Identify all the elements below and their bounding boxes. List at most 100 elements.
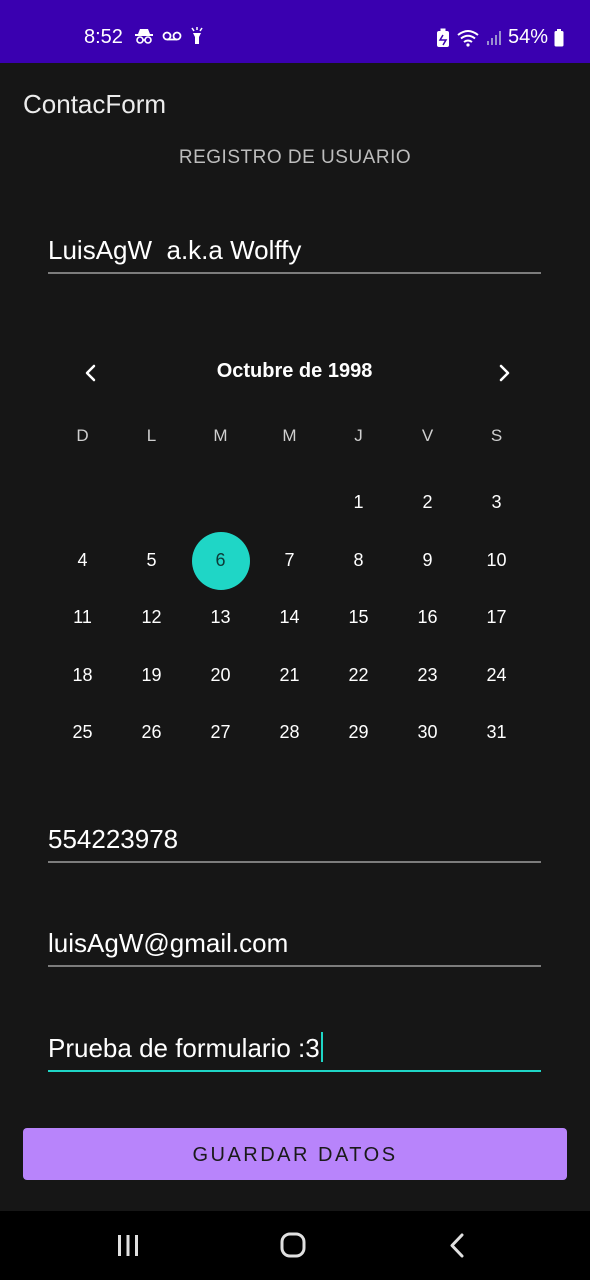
incognito-icon xyxy=(135,29,153,44)
calendar-day-number: 1 xyxy=(353,492,364,512)
text-cursor xyxy=(320,1032,323,1062)
calendar-day-number: 30 xyxy=(417,722,438,742)
calendar-day-11[interactable]: 11 xyxy=(48,589,117,647)
calendar-day-31[interactable]: 31 xyxy=(462,704,531,762)
calendar-day-number: 16 xyxy=(417,607,438,627)
calendar-day-27[interactable]: 27 xyxy=(186,704,255,762)
calendar-weeks: 1 2 3 4 5 6 7 8 9 10 11 12 13 14 15 16 17 18 19 20 21 22 23 24 2… xyxy=(48,474,541,762)
signal-icon xyxy=(486,30,501,45)
calendar-day-19[interactable]: 19 xyxy=(117,647,186,705)
calendar-day-number: 19 xyxy=(141,664,162,685)
calendar-day-2[interactable]: 2 xyxy=(393,474,462,532)
calendar-day-number: 11 xyxy=(73,607,92,627)
calendar-day-7[interactable]: 7 xyxy=(255,532,324,590)
calendar-week-row: 1 2 3 xyxy=(48,474,541,532)
status-time: 8:52 xyxy=(84,26,123,48)
wifi-icon xyxy=(457,29,479,47)
calendar-header: Octubre de 1998 xyxy=(48,358,541,388)
voicemail-icon xyxy=(162,31,182,41)
calendar-day-number: 31 xyxy=(486,722,507,742)
calendar-day-14[interactable]: 14 xyxy=(255,589,324,647)
recents-icon[interactable] xyxy=(108,1231,148,1261)
calendar-day-20[interactable]: 20 xyxy=(186,647,255,705)
calendar-day-number: 29 xyxy=(348,722,369,742)
calendar-grid: D L M M J V S 1 2 3 4 5 6 7 8 9 10 11 12 13 14 15 16 17 1… xyxy=(48,418,541,762)
calendar-day-1[interactable]: 1 xyxy=(324,474,393,532)
calendar-day-number: 27 xyxy=(210,722,231,742)
phone-field-value: 554223978 xyxy=(48,824,179,854)
calendar-day-6[interactable]: 6 xyxy=(186,531,255,590)
calendar-day-22[interactable]: 22 xyxy=(324,647,393,705)
calendar-day-3[interactable]: 3 xyxy=(462,474,531,532)
calendar-day-number: 23 xyxy=(417,664,438,685)
calendar-day-number: 6 xyxy=(215,549,226,570)
date-picker-calendar: Octubre de 1998 D L M M J V S 1234567891… xyxy=(48,340,541,760)
form-subtitle: REGISTRO DE USUARIO xyxy=(178,147,412,168)
status-icons-right: 54% xyxy=(436,26,564,49)
calendar-day-number: 5 xyxy=(146,549,157,570)
calendar-day-30[interactable]: 30 xyxy=(393,704,462,762)
email-field-value: luisAgW@gmail.com xyxy=(48,928,289,958)
calendar-week-row: 4 5 6 7 8 9 10 xyxy=(48,531,541,590)
phone-field[interactable]: 554223978 xyxy=(48,824,541,863)
calendar-day-number: 24 xyxy=(486,664,507,685)
calendar-day-4[interactable]: 4 xyxy=(48,532,117,590)
calendar-empty-cell xyxy=(117,474,186,532)
calendar-day-number: 20 xyxy=(210,664,231,685)
calendar-day-number: 3 xyxy=(491,492,502,512)
calendar-day-number: 25 xyxy=(72,722,93,742)
save-data-button[interactable]: GUARDAR DATOS xyxy=(23,1128,567,1180)
email-field[interactable]: luisAgW@gmail.com xyxy=(48,928,541,967)
next-month-icon[interactable] xyxy=(489,358,519,388)
weekday-label: S xyxy=(490,426,503,445)
flashlight-icon xyxy=(191,27,203,44)
calendar-day-number: 28 xyxy=(279,722,300,742)
description-field[interactable]: Prueba de formulario :3 xyxy=(48,1032,541,1072)
back-icon[interactable] xyxy=(438,1231,478,1261)
status-icons-left xyxy=(134,27,204,45)
calendar-day-29[interactable]: 29 xyxy=(324,704,393,762)
calendar-day-12[interactable]: 12 xyxy=(117,589,186,647)
name-field-value: LuisAgW a.k.a Wolffy xyxy=(48,235,302,265)
weekday-label: J xyxy=(354,426,363,445)
calendar-day-9[interactable]: 9 xyxy=(393,532,462,590)
weekday-label: M xyxy=(282,426,297,445)
calendar-day-24[interactable]: 24 xyxy=(462,647,531,705)
name-field[interactable]: LuisAgW a.k.a Wolffy xyxy=(48,235,541,274)
calendar-day-number: 7 xyxy=(284,549,295,570)
status-bar: 8:52 54% xyxy=(0,0,590,63)
calendar-day-10[interactable]: 10 xyxy=(462,532,531,590)
battery-icon xyxy=(554,28,564,46)
calendar-day-number: 2 xyxy=(422,492,433,512)
navigation-bar xyxy=(0,1211,590,1280)
calendar-day-13[interactable]: 13 xyxy=(186,589,255,647)
calendar-day-18[interactable]: 18 xyxy=(48,647,117,705)
calendar-day-17[interactable]: 17 xyxy=(462,589,531,647)
calendar-week-row: 18 19 20 21 22 23 24 xyxy=(48,647,541,705)
battery-saver-icon xyxy=(436,28,449,47)
calendar-day-number: 4 xyxy=(77,549,88,570)
calendar-day-25[interactable]: 25 xyxy=(48,704,117,762)
calendar-day-number: 13 xyxy=(210,607,231,627)
calendar-month-label: Octubre de 1998 xyxy=(216,360,373,382)
calendar-day-21[interactable]: 21 xyxy=(255,647,324,705)
home-icon[interactable] xyxy=(273,1231,313,1261)
weekday-label: L xyxy=(146,426,157,445)
calendar-day-number: 10 xyxy=(486,549,507,570)
calendar-week-row: 11 12 13 14 15 16 17 xyxy=(48,589,541,647)
calendar-day-5[interactable]: 5 xyxy=(117,532,186,590)
calendar-day-number: 12 xyxy=(141,607,162,627)
calendar-day-8[interactable]: 8 xyxy=(324,532,393,590)
calendar-day-number: 18 xyxy=(72,664,93,685)
calendar-day-23[interactable]: 23 xyxy=(393,647,462,705)
calendar-empty-cell xyxy=(186,474,255,532)
calendar-day-number: 21 xyxy=(279,664,300,685)
weekday-label: M xyxy=(213,426,228,445)
weekday-row: D L M M J V S xyxy=(48,418,541,454)
calendar-day-26[interactable]: 26 xyxy=(117,704,186,762)
calendar-day-15[interactable]: 15 xyxy=(324,589,393,647)
calendar-day-16[interactable]: 16 xyxy=(393,589,462,647)
calendar-day-28[interactable]: 28 xyxy=(255,704,324,762)
calendar-day-number: 14 xyxy=(279,607,300,627)
weekday-label: D xyxy=(76,426,89,445)
